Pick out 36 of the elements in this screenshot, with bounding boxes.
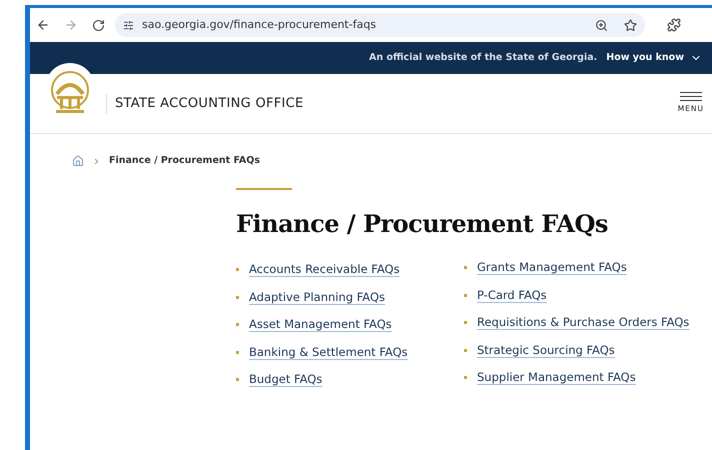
faq-link[interactable]: P-Card FAQs: [477, 286, 547, 304]
hamburger-icon: [680, 92, 702, 102]
bullet-icon: [464, 321, 467, 324]
site-name[interactable]: STATE ACCOUNTING OFFICE: [115, 94, 304, 114]
faq-link[interactable]: Accounts Receivable FAQs: [249, 260, 400, 279]
back-icon[interactable]: [36, 18, 50, 32]
faq-link[interactable]: Supplier Management FAQs: [477, 368, 636, 387]
faq-link[interactable]: Grants Management FAQs: [477, 258, 627, 277]
bullet-icon: [236, 323, 239, 326]
bullet-icon: [464, 266, 467, 269]
faq-link[interactable]: Banking & Settlement FAQs: [249, 342, 408, 362]
how-you-know-link[interactable]: How you know: [606, 50, 702, 66]
bullet-icon: [464, 294, 467, 296]
reload-icon[interactable]: [92, 18, 105, 32]
home-icon[interactable]: [72, 155, 84, 168]
bullet-icon: [236, 268, 239, 271]
faq-link[interactable]: Budget FAQs: [249, 370, 322, 389]
bullet-icon: [464, 348, 467, 352]
faq-link[interactable]: Requisitions & Purchase Orders FAQs: [477, 313, 690, 332]
bullet-icon: [236, 350, 239, 354]
faq-link[interactable]: Strategic Sourcing FAQs: [477, 340, 615, 360]
chevron-right-icon: [92, 156, 101, 166]
faq-link[interactable]: Adaptive Planning FAQs: [249, 288, 386, 306]
breadcrumb-current: Finance / Procurement FAQs: [109, 154, 260, 168]
extensions-icon[interactable]: [667, 18, 681, 32]
bookmark-star-icon[interactable]: [624, 18, 637, 32]
page-title: Finance / Procurement FAQs: [236, 208, 609, 240]
faq-link[interactable]: Asset Management FAQs: [249, 315, 392, 334]
bullet-icon: [236, 378, 239, 381]
url-text: sao.georgia.gov/finance-procurement-faqs: [142, 16, 378, 33]
banner-text: An official website of the State of Georgia.: [369, 50, 598, 65]
bullet-icon: [236, 296, 239, 298]
site-settings-icon[interactable]: [123, 20, 134, 30]
address-bar[interactable]: sao.georgia.gov/finance-procurement-faqs: [115, 13, 645, 37]
zoom-icon[interactable]: [595, 18, 608, 32]
bullet-icon: [464, 376, 467, 379]
